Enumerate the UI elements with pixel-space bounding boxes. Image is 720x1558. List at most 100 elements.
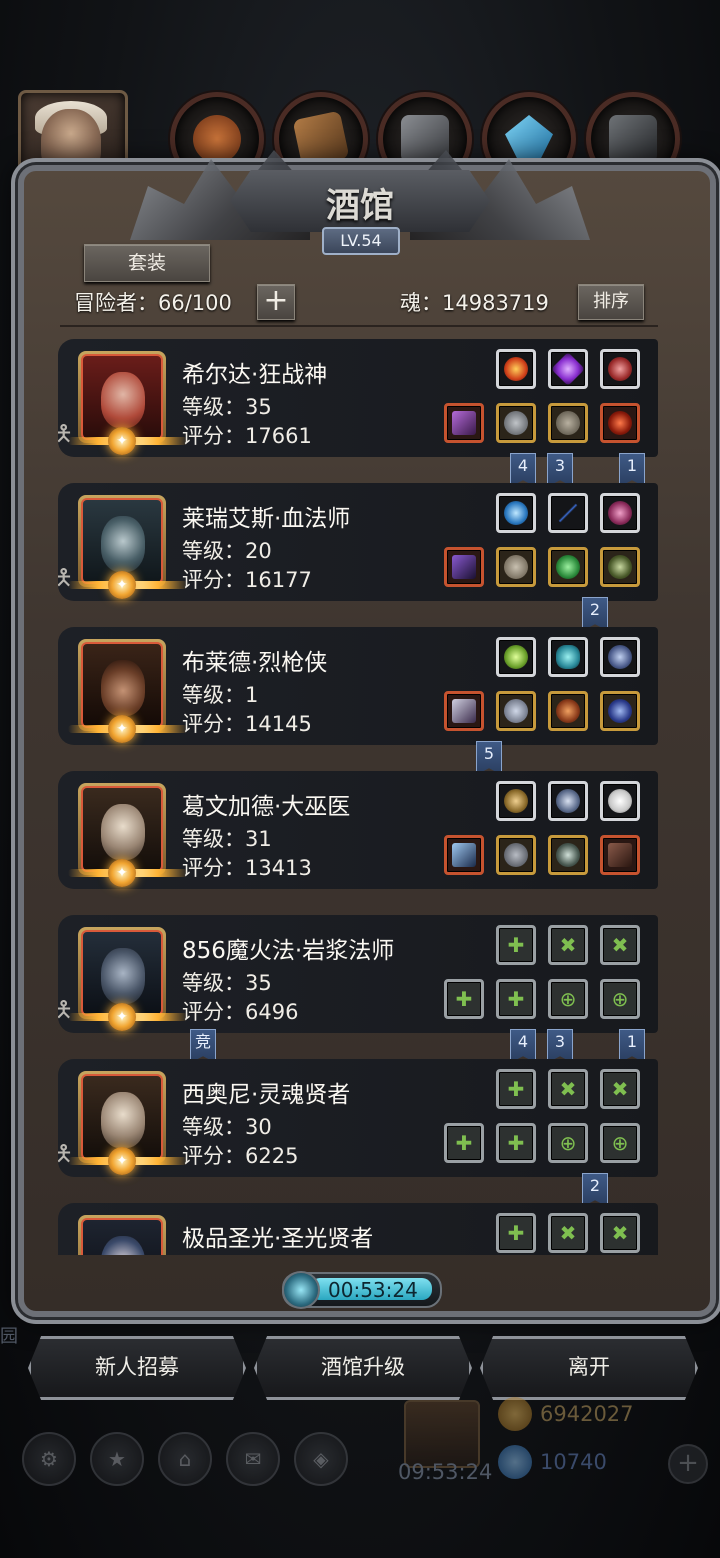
hero-list[interactable]: ✦ 🯅 希尔达·狂战神 等级：35 评分：17661 4 3 1 ✦ 🯅 莱瑞艾… [58,335,666,1255]
skill-rune-icon[interactable] [548,781,588,821]
refresh-timer: 00:53:24 [282,1271,442,1309]
rank-flag: 2 [582,1173,608,1207]
star-emblem-icon: ✦ [108,571,136,599]
hero-name: 莱瑞艾斯·血法师 [182,506,351,532]
add-skill-slot-icon[interactable]: ✖ [600,925,640,965]
skill-slash-icon[interactable] [548,493,588,533]
add-skill-slot-icon[interactable]: ✖ [548,925,588,965]
armor-slot-icon[interactable] [496,547,536,587]
add-ring-slot-icon[interactable]: ⊕ [600,1123,640,1163]
add-armor-slot-icon[interactable]: ✚ [496,979,536,1019]
hero-level: 等级：30 [182,1115,272,1139]
weapon-slot-icon[interactable] [444,547,484,587]
weapon-slot-icon[interactable] [444,835,484,875]
necklace-slot-icon[interactable] [600,691,640,731]
hero-score: 评分：6496 [182,1000,299,1024]
rank-flag: 1 [619,453,645,487]
hero-name: 856魔火法·岩浆法师 [182,938,395,964]
add-ring-slot-icon[interactable]: ⊕ [548,1123,588,1163]
adventurer-count: 冒险者：66/100 [74,291,232,315]
rank-flag: 3 [547,1029,573,1063]
sort-button[interactable]: 排序 [578,284,644,320]
rank-flag: 3 [547,453,573,487]
shop-icon[interactable]: ◈ [294,1432,348,1486]
weapon-slot-icon[interactable] [444,403,484,443]
upgrade-tavern-button[interactable]: 酒馆升级 [254,1336,472,1400]
hero-name: 西奥尼·灵魂贤者 [182,1082,351,1108]
hero-level: 等级：35 [182,395,272,419]
ring-slot-icon[interactable] [600,547,640,587]
add-adventurer-button[interactable]: + [257,284,295,320]
belt-slot-icon[interactable] [548,691,588,731]
rank-flag: 4 [510,453,536,487]
add-gems-icon[interactable]: + [668,1444,708,1484]
add-weapon-slot-icon[interactable]: ✚ [444,1123,484,1163]
guild-icon[interactable]: ⌂ [158,1432,212,1486]
add-skill-slot-icon[interactable]: ✖ [548,1069,588,1109]
add-ring-slot-icon[interactable]: ⊕ [600,979,640,1019]
ring-slot-icon[interactable] [548,835,588,875]
add-skill-slot-icon[interactable]: ✖ [600,1069,640,1109]
add-skill-slot-icon[interactable]: ✚ [496,1069,536,1109]
add-skill-slot-icon[interactable]: ✖ [600,1213,640,1253]
skill-gem-icon[interactable] [548,349,588,389]
skill-feather-icon[interactable] [600,781,640,821]
clock-icon [282,1271,320,1309]
amulet-slot-icon[interactable] [548,547,588,587]
hero-score: 评分：17661 [182,424,312,448]
hero-name: 葛文加德·大巫医 [182,794,351,820]
rank-flag: 5 [476,741,502,775]
hero-card[interactable]: 极品圣光·圣光贤者 ✚ ✖ ✖ [58,1203,658,1255]
mail-icon[interactable]: ✉ [226,1432,280,1486]
side-label: 园 [0,1326,18,1347]
skill-fire-icon[interactable] [496,349,536,389]
armor-slot-icon[interactable] [496,691,536,731]
hero-name: 极品圣光·圣光贤者 [182,1226,374,1252]
skill-branch-icon[interactable] [600,493,640,533]
weapon-slot-icon[interactable] [444,691,484,731]
rank-flag: 1 [619,1029,645,1063]
tome-slot-icon[interactable] [600,835,640,875]
hero-card[interactable]: ✦ 葛文加德·大巫医 等级：31 评分：13413 [58,771,658,889]
timer-text: 00:53:24 [328,1278,418,1302]
leave-button[interactable]: 离开 [480,1336,698,1400]
achievement-icon[interactable]: ★ [90,1432,144,1486]
star-emblem-icon: ✦ [108,1003,136,1031]
stance-icon: 🯅 [58,998,74,1023]
divider [60,325,658,327]
hero-level: 等级：35 [182,971,272,995]
recruit-button[interactable]: 新人招募 [28,1336,246,1400]
skill-claw-icon[interactable] [600,349,640,389]
add-skill-slot-icon[interactable]: ✚ [496,1213,536,1253]
suit-button[interactable]: 套装 [84,244,210,282]
skill-totem-icon[interactable] [496,781,536,821]
gem-amount: 10740 [540,1450,607,1474]
hero-card[interactable]: ✦ 🯅 西奥尼·灵魂贤者 等级：30 评分：6225 ✚ ✖ ✖ ✚ ✚ ⊕ ⊕ [58,1059,658,1177]
star-emblem-icon: ✦ [108,715,136,743]
hero-card[interactable]: ✦ 布莱德·烈枪侠 等级：1 评分：14145 [58,627,658,745]
add-ring-slot-icon[interactable]: ⊕ [548,979,588,1019]
armor-slot-icon[interactable] [496,403,536,443]
ring-slot-icon[interactable] [600,403,640,443]
add-weapon-slot-icon[interactable]: ✚ [444,979,484,1019]
skill-flame-icon[interactable] [496,637,536,677]
chest-icon[interactable] [404,1400,480,1468]
skill-pendant-icon[interactable] [600,637,640,677]
add-armor-slot-icon[interactable]: ✚ [496,1123,536,1163]
page-title: 酒馆 [326,186,394,226]
stance-icon: 🯅 [58,422,74,447]
armor-slot-icon[interactable] [496,835,536,875]
helmet-slot-icon[interactable] [548,403,588,443]
hero-portrait[interactable] [78,1215,166,1255]
settings-icon[interactable]: ⚙ [22,1432,76,1486]
hero-card[interactable]: ✦ 🯅 希尔达·狂战神 等级：35 评分：17661 [58,339,658,457]
add-skill-slot-icon[interactable]: ✚ [496,925,536,965]
star-emblem-icon: ✦ [108,1147,136,1175]
skill-stone-icon[interactable] [548,637,588,677]
add-skill-slot-icon[interactable]: ✖ [548,1213,588,1253]
hero-score: 评分：16177 [182,568,312,592]
hero-score: 评分：6225 [182,1144,299,1168]
hero-card[interactable]: ✦ 🯅 莱瑞艾斯·血法师 等级：20 评分：16177 [58,483,658,601]
hero-card[interactable]: ✦ 🯅 856魔火法·岩浆法师 等级：35 评分：6496 ✚ ✖ ✖ ✚ ✚ … [58,915,658,1033]
skill-orb-icon[interactable] [496,493,536,533]
